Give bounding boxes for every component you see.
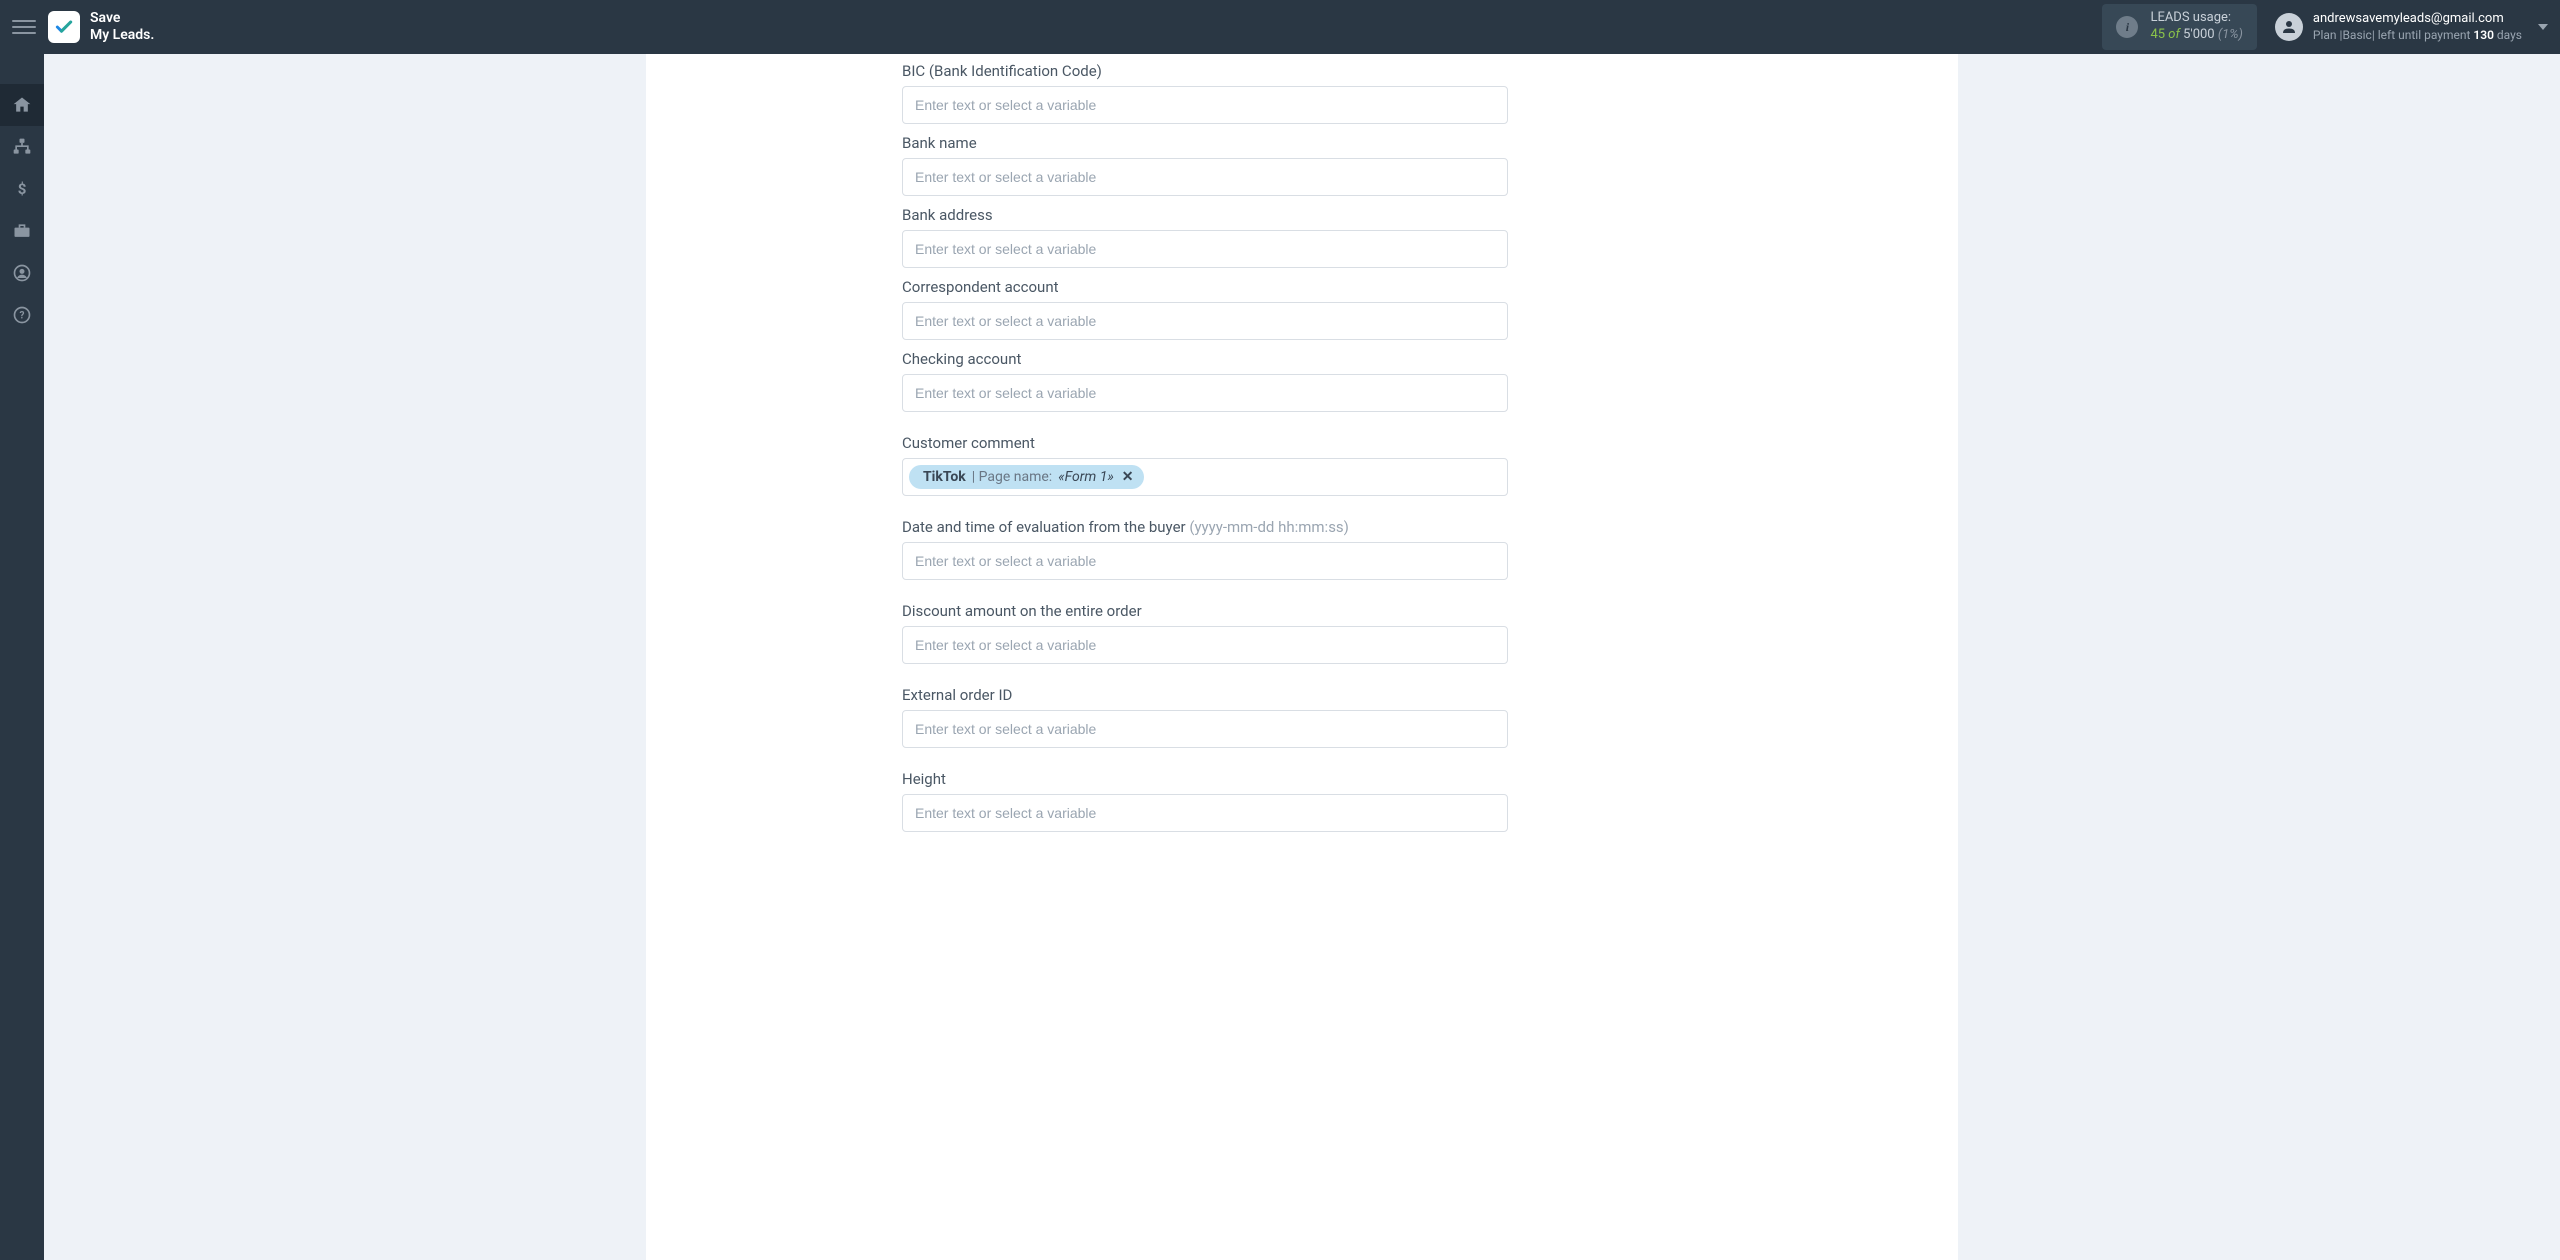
top-header: Save My Leads. i LEADS usage: 45 of 5'00… (0, 0, 2560, 54)
briefcase-icon (12, 221, 32, 241)
input-bank-address[interactable] (902, 230, 1508, 268)
user-email: andrewsavemyleads@gmail.com (2313, 11, 2522, 28)
user-icon (2280, 18, 2298, 36)
label-corr-account: Correspondent account (902, 278, 1508, 296)
input-discount[interactable] (902, 626, 1508, 664)
label-eval-date-hint: (yyyy-mm-dd hh:mm:ss) (1189, 518, 1349, 536)
sitemap-icon (12, 137, 32, 157)
plan-name: Basic (2342, 28, 2371, 42)
input-checking-account[interactable] (902, 374, 1508, 412)
usage-total: 5'000 (2183, 27, 2215, 42)
usage-label: LEADS usage: (2150, 10, 2242, 27)
input-corr-account[interactable] (902, 302, 1508, 340)
usage-text: LEADS usage: 45 of 5'000 (1%) (2150, 10, 2242, 44)
usage-of: of (2168, 27, 2180, 42)
field-discount: Discount amount on the entire order (902, 602, 1508, 664)
label-external-id: External order ID (902, 686, 1508, 704)
left-sidebar: $ ? (0, 54, 44, 1260)
label-eval-date: Date and time of evaluation from the buy… (902, 518, 1508, 536)
label-checking-account: Checking account (902, 350, 1508, 368)
checkmark-icon (54, 17, 74, 37)
brand-line1: Save (90, 10, 154, 27)
sidebar-item-home[interactable] (0, 84, 44, 126)
tag-source: TikTok (923, 469, 966, 485)
field-external-id: External order ID (902, 686, 1508, 748)
svg-text:$: $ (18, 180, 27, 198)
label-discount: Discount amount on the entire order (902, 602, 1508, 620)
main-content: BIC (Bank Identification Code) Bank name… (44, 54, 2560, 1260)
usage-count: 45 (2150, 27, 2165, 42)
sidebar-item-help[interactable]: ? (0, 294, 44, 336)
field-eval-date: Date and time of evaluation from the buy… (902, 518, 1508, 580)
label-bank-name: Bank name (902, 134, 1508, 152)
sidebar-item-account[interactable] (0, 252, 44, 294)
variable-tag-tiktok: TikTok | Page name: «Form 1» ✕ (909, 465, 1144, 489)
label-eval-date-text: Date and time of evaluation from the buy… (902, 518, 1189, 536)
svg-text:?: ? (20, 310, 25, 321)
input-bic[interactable] (902, 86, 1508, 124)
sidebar-item-connections[interactable] (0, 126, 44, 168)
brand-name: Save My Leads. (90, 10, 154, 44)
usage-pct: (1%) (2218, 27, 2243, 42)
field-checking-account: Checking account (902, 350, 1508, 412)
plan-days-word: days (2494, 28, 2522, 42)
brand-line2: My Leads. (90, 27, 154, 44)
sidebar-item-billing[interactable]: $ (0, 168, 44, 210)
user-plan: Plan |Basic| left until payment 130 days (2313, 28, 2522, 44)
chevron-down-icon (2538, 24, 2548, 30)
label-customer-comment: Customer comment (902, 434, 1508, 452)
usage-indicator[interactable]: i LEADS usage: 45 of 5'000 (1%) (2102, 4, 2256, 50)
field-bic: BIC (Bank Identification Code) (902, 62, 1508, 124)
app-logo[interactable] (48, 11, 80, 43)
input-eval-date[interactable] (902, 542, 1508, 580)
label-bank-address: Bank address (902, 206, 1508, 224)
header-right: i LEADS usage: 45 of 5'000 (1%) andrewsa… (2102, 4, 2548, 50)
tag-value: «Form 1» (1058, 469, 1114, 485)
info-icon: i (2116, 16, 2138, 38)
dollar-icon: $ (12, 179, 32, 199)
plan-mid: | left until payment (2372, 28, 2474, 42)
form-area: BIC (Bank Identification Code) Bank name… (902, 62, 1508, 832)
content-panel: BIC (Bank Identification Code) Bank name… (646, 54, 1958, 1260)
plan-days-num: 130 (2473, 28, 2494, 42)
user-circle-icon (12, 263, 32, 283)
sidebar-item-briefcase[interactable] (0, 210, 44, 252)
menu-toggle-button[interactable] (12, 15, 36, 39)
help-icon: ? (12, 305, 32, 325)
input-customer-comment[interactable]: TikTok | Page name: «Form 1» ✕ (902, 458, 1508, 496)
tag-separator: | Page name: (972, 469, 1052, 485)
field-corr-account: Correspondent account (902, 278, 1508, 340)
label-height: Height (902, 770, 1508, 788)
input-external-id[interactable] (902, 710, 1508, 748)
field-bank-name: Bank name (902, 134, 1508, 196)
tag-remove-button[interactable]: ✕ (1122, 469, 1134, 485)
user-info: andrewsavemyleads@gmail.com Plan |Basic|… (2313, 11, 2522, 43)
field-height: Height (902, 770, 1508, 832)
label-bic: BIC (Bank Identification Code) (902, 62, 1508, 80)
input-bank-name[interactable] (902, 158, 1508, 196)
avatar (2275, 13, 2303, 41)
input-height[interactable] (902, 794, 1508, 832)
field-bank-address: Bank address (902, 206, 1508, 268)
user-menu[interactable]: andrewsavemyleads@gmail.com Plan |Basic|… (2275, 11, 2548, 43)
usage-values: 45 of 5'000 (1%) (2150, 27, 2242, 44)
home-icon (12, 95, 32, 115)
field-customer-comment: Customer comment TikTok | Page name: «Fo… (902, 434, 1508, 496)
plan-prefix: Plan | (2313, 28, 2343, 42)
